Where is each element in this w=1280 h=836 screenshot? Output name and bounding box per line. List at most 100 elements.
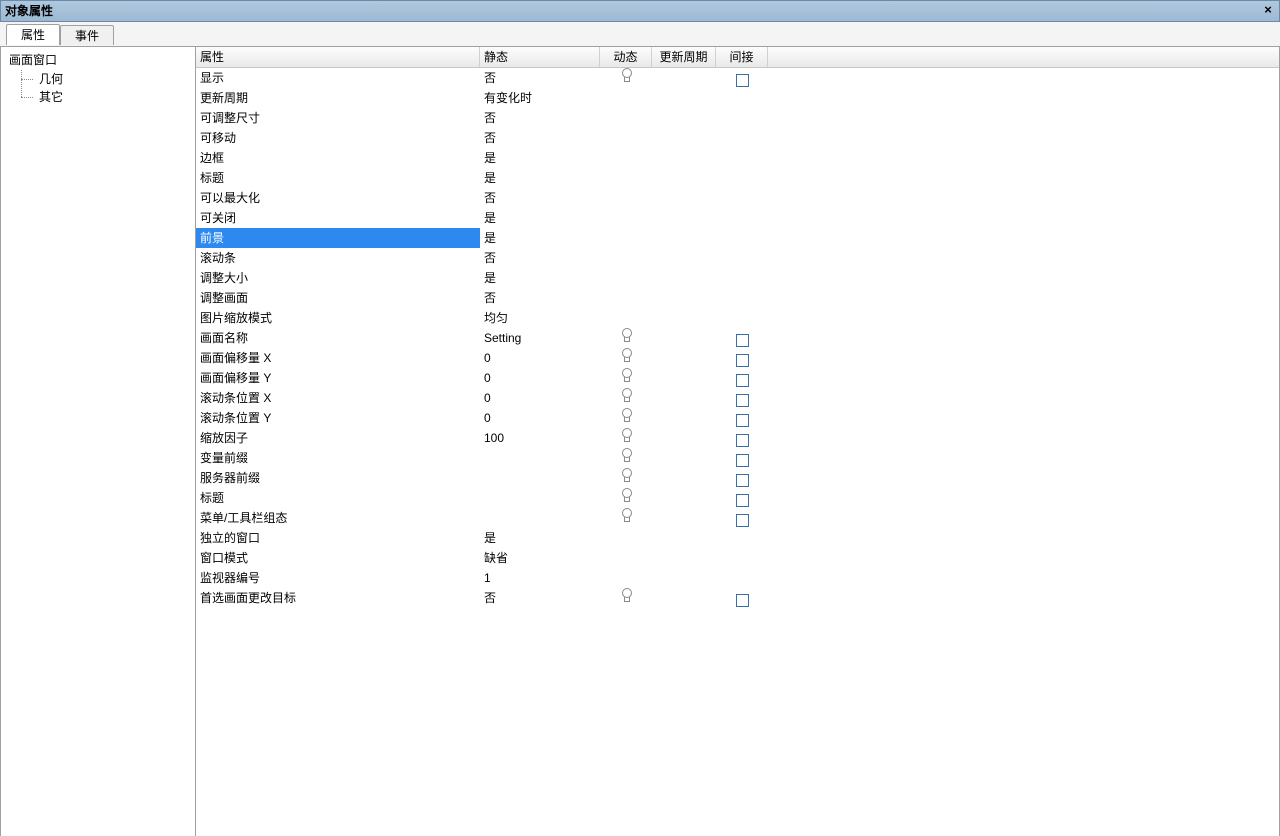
cell-update-cycle[interactable] [652,128,716,148]
cell-dynamic[interactable] [600,128,652,148]
cell-dynamic[interactable] [600,188,652,208]
property-row[interactable]: 可以最大化否 [196,188,1279,208]
property-row[interactable]: 独立的窗口是 [196,528,1279,548]
cell-indirect[interactable] [716,568,768,588]
cell-update-cycle[interactable] [652,488,716,508]
property-row[interactable]: 滚动条位置 X0 [196,388,1279,408]
cell-update-cycle[interactable] [652,88,716,108]
cell-static-value[interactable]: 否 [480,128,600,148]
cell-update-cycle[interactable] [652,228,716,248]
cell-dynamic[interactable] [600,248,652,268]
cell-static-value[interactable] [480,488,600,508]
cell-static-value[interactable]: 否 [480,588,600,608]
cell-update-cycle[interactable] [652,108,716,128]
cell-static-value[interactable]: 缺省 [480,548,600,568]
property-row[interactable]: 缩放因子100 [196,428,1279,448]
cell-dynamic[interactable] [600,368,652,388]
cell-static-value[interactable]: 100 [480,428,600,448]
checkbox-icon[interactable] [736,494,749,507]
cell-static-value[interactable]: 是 [480,268,600,288]
cell-static-value[interactable]: 是 [480,168,600,188]
cell-indirect[interactable] [716,488,768,508]
checkbox-icon[interactable] [736,474,749,487]
property-row[interactable]: 画面名称Setting [196,328,1279,348]
cell-static-value[interactable]: 否 [480,68,600,88]
checkbox-icon[interactable] [736,374,749,387]
cell-indirect[interactable] [716,108,768,128]
cell-dynamic[interactable] [600,408,652,428]
cell-update-cycle[interactable] [652,268,716,288]
cell-update-cycle[interactable] [652,428,716,448]
cell-static-value[interactable]: 是 [480,528,600,548]
header-update[interactable]: 更新周期 [652,47,716,67]
cell-update-cycle[interactable] [652,588,716,608]
cell-indirect[interactable] [716,248,768,268]
cell-dynamic[interactable] [600,388,652,408]
cell-indirect[interactable] [716,428,768,448]
checkbox-icon[interactable] [736,434,749,447]
cell-indirect[interactable] [716,588,768,608]
cell-update-cycle[interactable] [652,568,716,588]
cell-update-cycle[interactable] [652,348,716,368]
property-row[interactable]: 滚动条否 [196,248,1279,268]
tree-root[interactable]: 画面窗口 几何 其它 [5,51,191,106]
property-row[interactable]: 服务器前缀 [196,468,1279,488]
property-row[interactable]: 画面偏移量 X0 [196,348,1279,368]
checkbox-icon[interactable] [736,514,749,527]
property-row[interactable]: 显示否 [196,68,1279,88]
cell-static-value[interactable]: 否 [480,188,600,208]
cell-dynamic[interactable] [600,88,652,108]
cell-indirect[interactable] [716,128,768,148]
tree-item-other[interactable]: 其它 [9,88,191,106]
cell-update-cycle[interactable] [652,308,716,328]
checkbox-icon[interactable] [736,594,749,607]
cell-update-cycle[interactable] [652,388,716,408]
cell-update-cycle[interactable] [652,448,716,468]
cell-indirect[interactable] [716,328,768,348]
cell-static-value[interactable]: 是 [480,148,600,168]
checkbox-icon[interactable] [736,74,749,87]
cell-indirect[interactable] [716,308,768,328]
cell-update-cycle[interactable] [652,168,716,188]
cell-dynamic[interactable] [600,548,652,568]
cell-dynamic[interactable] [600,228,652,248]
cell-static-value[interactable] [480,508,600,528]
cell-static-value[interactable]: 0 [480,348,600,368]
cell-indirect[interactable] [716,368,768,388]
cell-dynamic[interactable] [600,148,652,168]
cell-indirect[interactable] [716,528,768,548]
cell-update-cycle[interactable] [652,528,716,548]
property-row[interactable]: 调整大小是 [196,268,1279,288]
cell-dynamic[interactable] [600,568,652,588]
checkbox-icon[interactable] [736,414,749,427]
cell-static-value[interactable]: Setting [480,328,600,348]
property-row[interactable]: 窗口模式缺省 [196,548,1279,568]
close-icon[interactable]: × [1259,1,1277,19]
cell-update-cycle[interactable] [652,328,716,348]
cell-dynamic[interactable] [600,328,652,348]
cell-static-value[interactable]: 均匀 [480,308,600,328]
cell-indirect[interactable] [716,268,768,288]
cell-static-value[interactable] [480,468,600,488]
property-row[interactable]: 调整画面否 [196,288,1279,308]
cell-dynamic[interactable] [600,488,652,508]
property-row[interactable]: 首选画面更改目标否 [196,588,1279,608]
cell-dynamic[interactable] [600,108,652,128]
property-row[interactable]: 可调整尺寸否 [196,108,1279,128]
cell-update-cycle[interactable] [652,208,716,228]
property-row[interactable]: 前景是 [196,228,1279,248]
cell-static-value[interactable]: 否 [480,248,600,268]
tab-properties[interactable]: 属性 [6,24,60,45]
tab-events[interactable]: 事件 [60,25,114,45]
property-row[interactable]: 画面偏移量 Y0 [196,368,1279,388]
cell-static-value[interactable]: 是 [480,208,600,228]
cell-update-cycle[interactable] [652,248,716,268]
cell-dynamic[interactable] [600,308,652,328]
cell-dynamic[interactable] [600,448,652,468]
cell-indirect[interactable] [716,168,768,188]
property-row[interactable]: 标题 [196,488,1279,508]
property-row[interactable]: 图片缩放模式均匀 [196,308,1279,328]
cell-indirect[interactable] [716,548,768,568]
cell-indirect[interactable] [716,228,768,248]
cell-static-value[interactable] [480,448,600,468]
